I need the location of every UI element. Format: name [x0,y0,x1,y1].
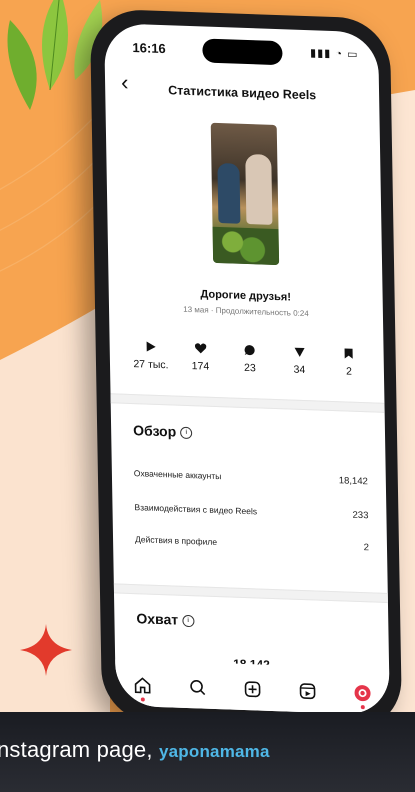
thumbnail-person-right [245,153,273,225]
stat-value: 2 [345,365,352,378]
stat-value: 27 тыс. [133,358,169,372]
divider [110,393,385,413]
bottom-tab-bar [115,659,390,716]
overview-title: Обзор [132,422,177,440]
comment-icon [244,345,255,356]
home-icon [135,677,151,694]
reels-icon [299,683,316,700]
tab-search[interactable] [186,675,210,700]
info-icon[interactable]: i [182,615,195,628]
status-time: 16:16 [132,39,166,57]
play-icon [146,341,156,352]
tab-profile[interactable] [350,681,374,710]
caption-handle[interactable]: yaponamama [159,742,270,761]
stat-value: 174 [191,360,210,373]
sparkle-icon [20,624,72,676]
notification-dot [360,705,365,710]
caption: nstagram page, yaponamama [0,737,270,763]
stat-value: 34 [293,363,306,377]
overview-row-accounts-reached[interactable]: Охваченные аккаунты 18,142 [134,468,368,487]
heart-icon [194,343,206,354]
stat-shares: 34 [276,345,323,377]
info-icon[interactable]: i [180,427,193,440]
overview-row-profile-actions[interactable]: Действия в профиле 2 [135,534,369,553]
send-icon [294,347,305,357]
create-icon [244,681,261,698]
stat-saves: 2 [326,347,373,379]
tab-reels[interactable] [295,679,319,704]
reach-title: Охват [136,610,179,628]
thumbnail-person-left [217,162,241,224]
stat-value: 23 [244,361,256,375]
divider [113,583,388,603]
notification-dot [141,697,146,702]
row-label: Действия в профиле [134,534,218,548]
overview-header: Обзор i [132,422,193,440]
search-icon [190,680,206,696]
caption-text: nstagram page, [0,737,159,762]
status-icons: ▮▮▮ ◔ ▭ [310,47,359,61]
tab-home[interactable] [131,673,155,702]
row-value: 18,142 [338,475,368,488]
stat-plays: 27 тыс. [128,340,175,372]
stat-likes: 174 [177,342,224,374]
reach-header: Охват i [136,610,195,628]
stat-comments: 23 [227,343,274,375]
row-label: Охваченные аккаунты [133,468,222,482]
thumbnail-food [212,226,280,266]
row-value: 2 [363,542,370,554]
phone-screen: 16:16 ▮▮▮ ◔ ▭ ‹ Статистика видео Reels Д… [104,22,390,716]
overview-row-interactions[interactable]: Взаимодействия с видео Reels 233 [134,502,368,521]
phone-frame: 16:16 ▮▮▮ ◔ ▭ ‹ Статистика видео Reels Д… [89,8,403,732]
reel-thumbnail[interactable] [210,122,280,266]
row-label: Взаимодействия с видео Reels [134,502,258,517]
stats-row: 27 тыс. 174 23 34 2 [128,340,372,379]
profile-icon [354,685,371,702]
tab-create[interactable] [240,677,264,702]
row-value: 233 [352,509,369,522]
page-title: Статистика видео Reels [168,83,317,103]
dynamic-island [202,38,283,66]
bookmark-icon [344,348,353,359]
